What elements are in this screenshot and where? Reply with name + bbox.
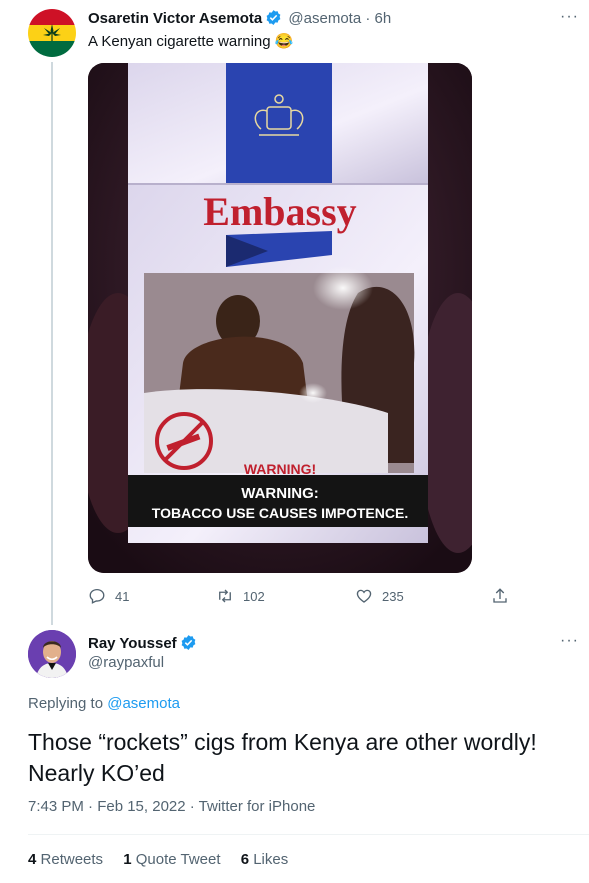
profile-photo-icon xyxy=(28,630,76,678)
author-handle[interactable]: @asemota xyxy=(288,10,361,27)
quotes-count: 1 xyxy=(123,851,132,868)
like-button[interactable]: 235 xyxy=(355,587,404,605)
tweet-stats: 4 Retweets 1 Quote Tweet 6 Likes xyxy=(28,851,304,868)
replying-to-prefix: Replying to xyxy=(28,695,104,712)
ghana-flag-avatar-icon xyxy=(28,9,76,57)
divider xyxy=(28,834,589,835)
author-name[interactable]: Ray Youssef xyxy=(88,635,177,652)
author-name-row: Ray Youssef xyxy=(88,634,199,655)
likes-stat-link[interactable]: 6 Likes xyxy=(241,851,289,868)
tweet-header: Osaretin Victor Asemota @asemota · 6h xyxy=(88,9,391,30)
tweet-timestamp[interactable]: 7:43 PM · Feb 15, 2022 · Twitter for iPh… xyxy=(28,798,315,815)
tweet-time[interactable]: 6h xyxy=(375,10,392,27)
like-count: 235 xyxy=(382,588,404,604)
thread-connector-line xyxy=(51,62,53,625)
avatar[interactable] xyxy=(28,630,76,678)
replying-to-handle-link[interactable]: @asemota xyxy=(107,695,180,712)
reply-button[interactable]: 41 xyxy=(88,587,129,605)
author-name[interactable]: Osaretin Victor Asemota xyxy=(88,10,262,27)
share-button[interactable] xyxy=(491,587,509,605)
author-handle[interactable]: @raypaxful xyxy=(88,654,164,671)
brand-name: Embassy xyxy=(203,189,356,234)
avatar[interactable] xyxy=(28,9,76,57)
verified-badge-icon xyxy=(180,634,197,655)
retweet-icon xyxy=(219,589,231,603)
more-options-icon[interactable]: ··· xyxy=(560,632,579,650)
reply-icon xyxy=(89,588,105,604)
retweets-count: 4 xyxy=(28,851,37,868)
heart-icon xyxy=(356,589,372,603)
tweet-photo[interactable]: Embassy WARNING! WARNING: TOBACCO USE CA… xyxy=(88,63,472,573)
likes-label: Likes xyxy=(253,851,289,868)
likes-count: 6 xyxy=(240,851,250,868)
warning-line1: WARNING: xyxy=(241,485,319,502)
more-options-icon[interactable]: ··· xyxy=(560,8,579,26)
tweet-actions: 41 102 235 xyxy=(88,587,528,609)
tweet-text: Those “rockets” cigs from Kenya are othe… xyxy=(28,729,537,786)
verified-badge-icon xyxy=(265,9,282,30)
reply-count: 41 xyxy=(115,588,130,604)
quotes-label: Quote Tweet xyxy=(135,851,221,868)
share-icon xyxy=(493,588,507,603)
retweet-button[interactable]: 102 xyxy=(216,587,265,605)
retweet-count: 102 xyxy=(243,588,265,604)
quote-tweets-stat-link[interactable]: 1 Quote Tweet xyxy=(123,851,220,868)
tweet-text: A Kenyan cigarette warning 😂 xyxy=(88,33,294,50)
time-separator: · xyxy=(365,10,371,27)
retweets-stat-link[interactable]: 4 Retweets xyxy=(28,851,103,868)
retweets-label: Retweets xyxy=(40,851,104,868)
warning-small-text: WARNING! xyxy=(244,461,316,477)
replying-to: Replying to @asemota xyxy=(28,695,180,712)
warning-line2: TOBACCO USE CAUSES IMPOTENCE. xyxy=(152,505,408,521)
